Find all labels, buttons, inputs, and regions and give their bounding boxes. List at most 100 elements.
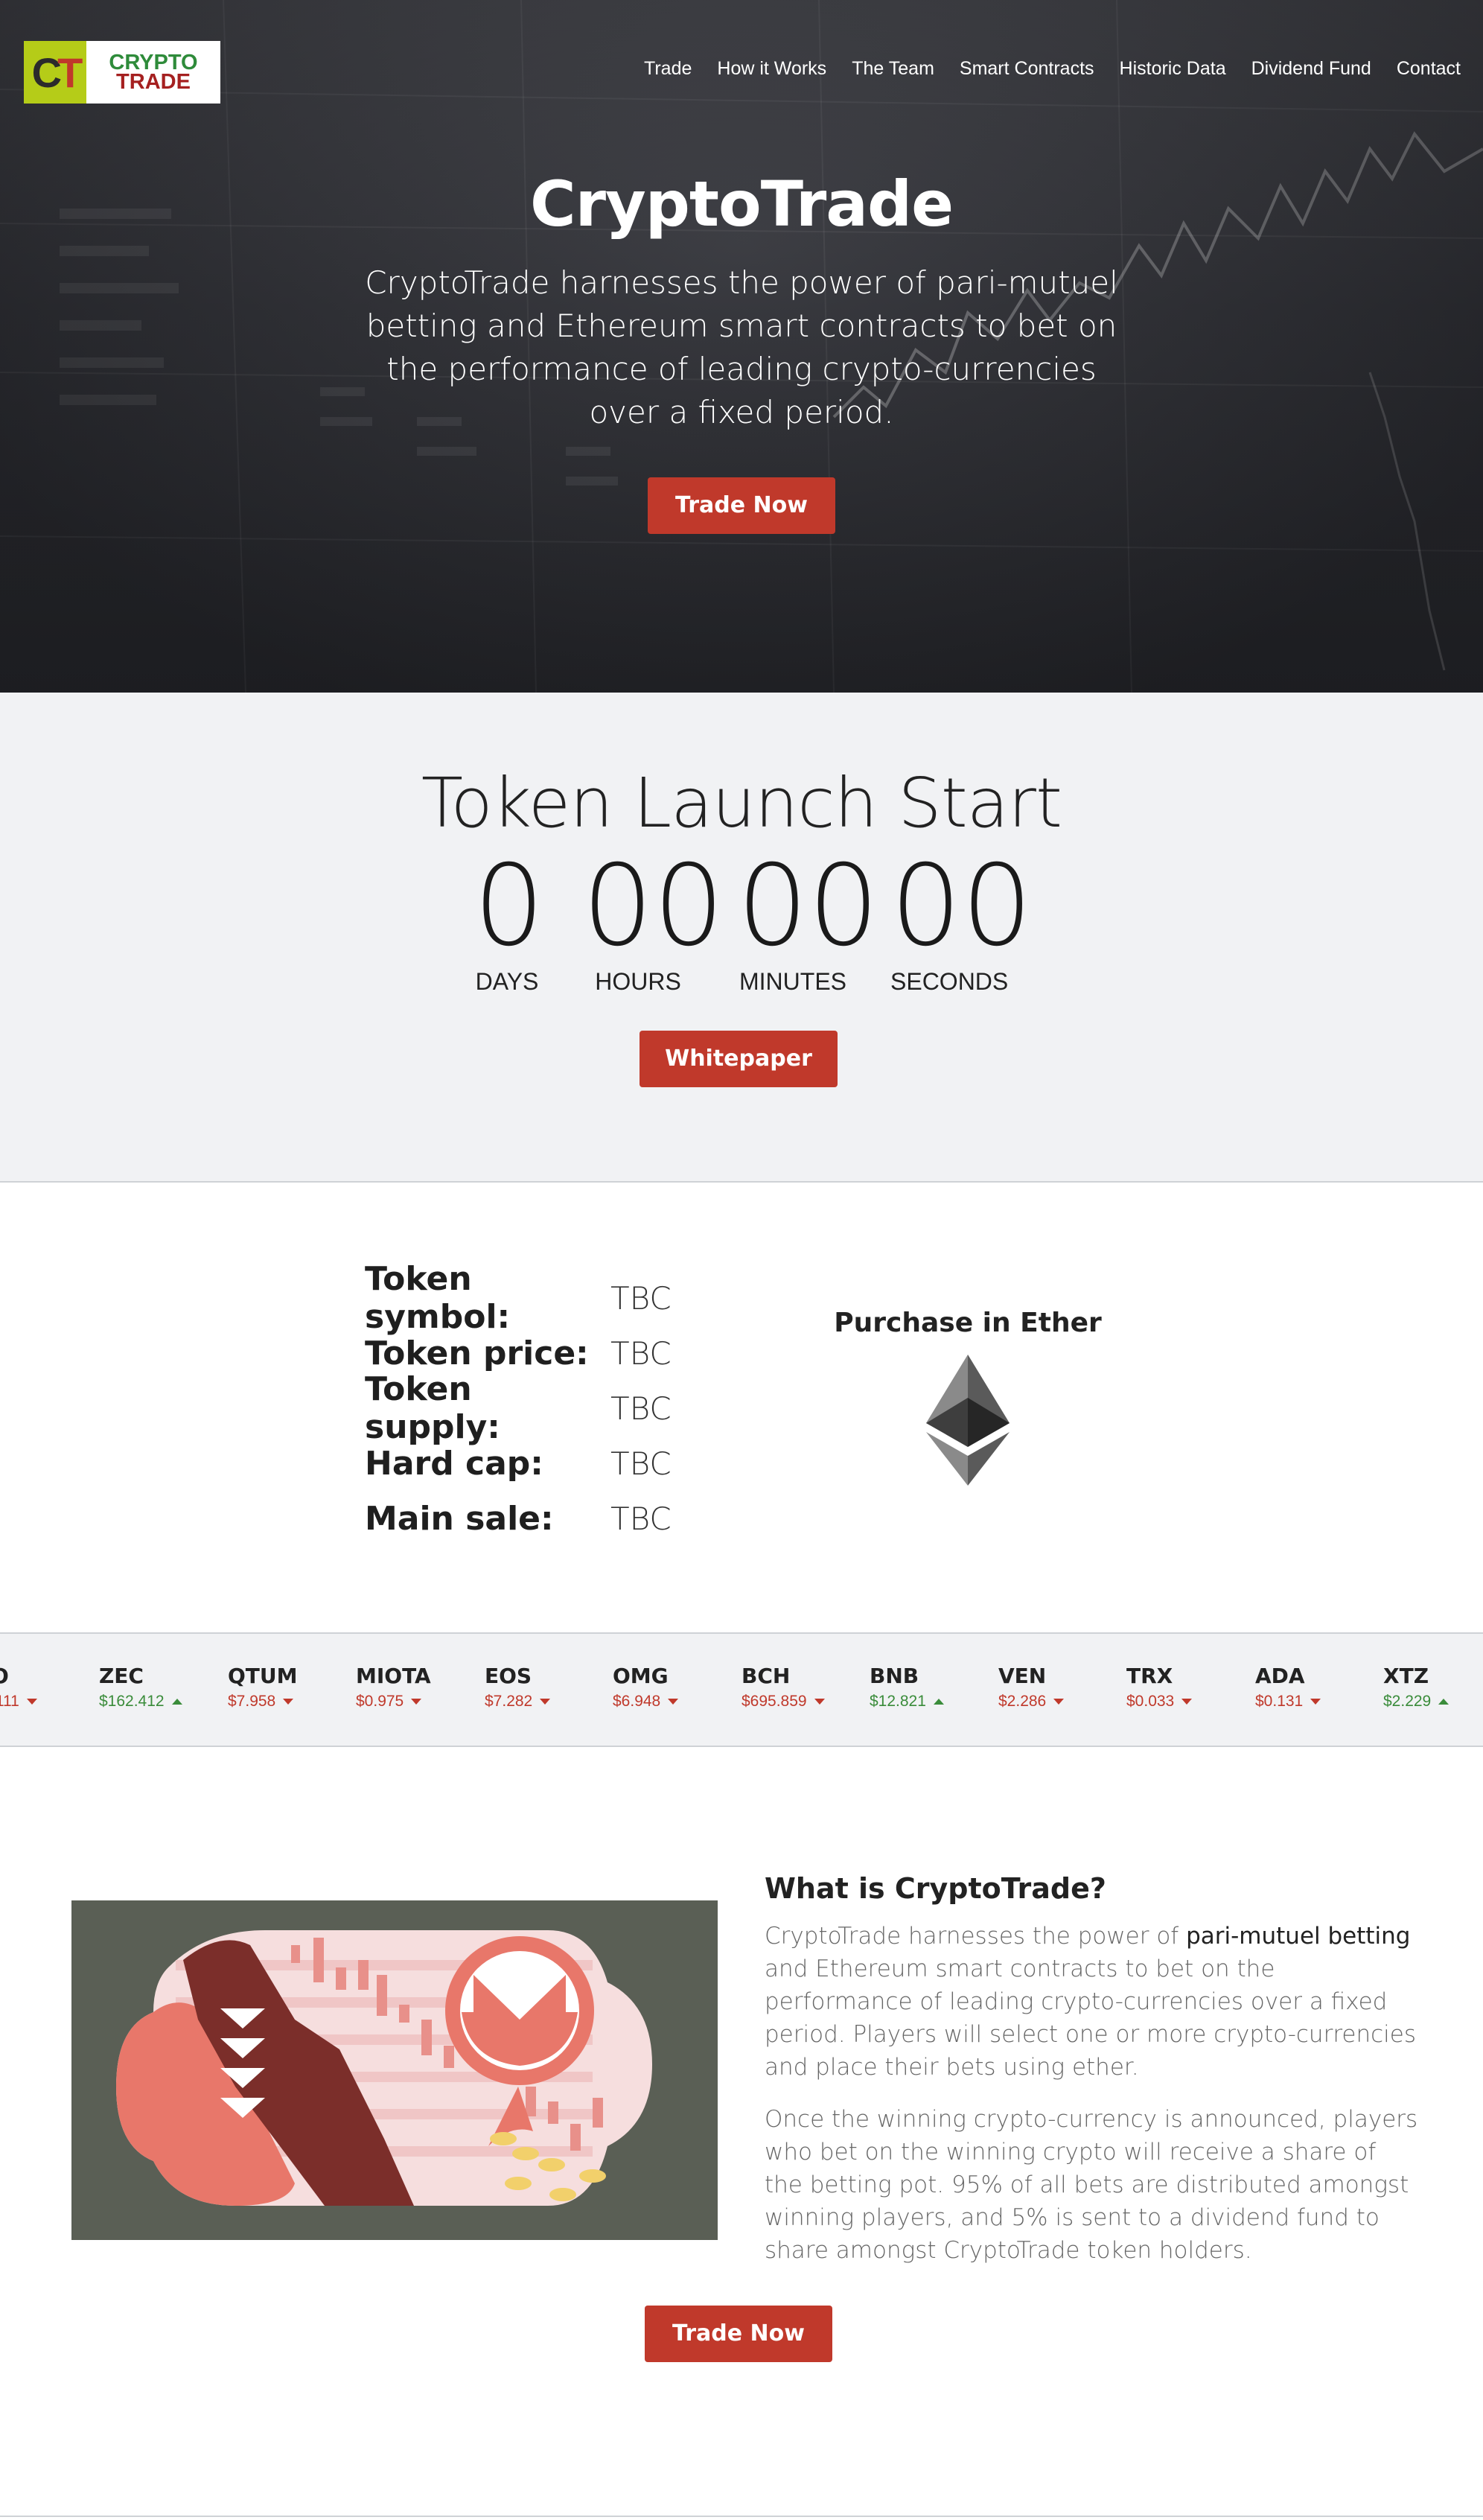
hard-cap-label: Hard cap: (365, 1444, 543, 1483)
ticker-item[interactable]: OMG $6.948 (613, 1664, 732, 1711)
ticker-item[interactable]: MIOTA $0.975 (356, 1664, 475, 1711)
caret-down-icon (814, 1699, 825, 1705)
cryptotrade-illustration (71, 1900, 718, 2240)
purchase-in-ether: Purchase in Ether (834, 1308, 1102, 1489)
ticker-price: $0.131 (1255, 1693, 1374, 1711)
ticker-price: $6.948 (613, 1693, 732, 1711)
about-paragraph-1: CryptoTrade harnesses the power of pari-… (765, 1920, 1420, 2084)
nav-trade[interactable]: Trade (644, 58, 692, 80)
logo-line-trade: TRADE (116, 70, 191, 94)
purchase-title: Purchase in Ether (834, 1308, 1102, 1338)
token-row-supply: Token supply: TBC (365, 1370, 672, 1446)
ethereum-icon[interactable] (926, 1355, 1010, 1486)
about-trade-now-button[interactable]: Trade Now (645, 2306, 832, 2362)
ticker-price: $0.033 (1126, 1693, 1246, 1711)
about-paragraph-2: Once the winning crypto-currency is anno… (765, 2106, 1418, 2264)
ticker-price: $7.958 (228, 1693, 347, 1711)
caret-down-icon (1181, 1699, 1193, 1705)
token-details: Token symbol: TBC Token price: TBC Token… (365, 1260, 672, 1546)
ticker-item[interactable]: ADA $0.131 (1255, 1664, 1374, 1711)
about-section: What is CryptoTrade? CryptoTrade harness… (0, 1747, 1483, 2517)
caret-down-icon (283, 1699, 294, 1705)
nav-the-team[interactable]: The Team (852, 58, 934, 80)
hero-section: CT CRYPTO TRADE Trade How it Works The T… (0, 0, 1483, 693)
ticker-price: $162.412 (99, 1693, 218, 1711)
token-price-label: Token price: (365, 1334, 589, 1372)
caret-up-icon (933, 1699, 944, 1705)
ticker-item[interactable]: BCH $695.859 (742, 1664, 861, 1711)
about-p1-text: CryptoTrade harnesses the power of (765, 1923, 1187, 1950)
launch-title: Token Launch Start (421, 763, 1062, 843)
logo-text: CRYPTO TRADE (86, 52, 220, 94)
token-price-value: TBC (610, 1334, 672, 1372)
ticker-item[interactable]: QTUM $7.958 (228, 1664, 347, 1711)
ticker-price: $2.229 (1383, 1693, 1483, 1711)
ticker-item[interactable]: O .111 (0, 1664, 110, 1711)
ticker-price: $695.859 (742, 1693, 861, 1711)
token-launch-section: Token Launch Start (0, 693, 1483, 1183)
hard-cap-value: TBC (610, 1445, 672, 1482)
ticker-symbol: TRX (1126, 1664, 1173, 1688)
nav-contact[interactable]: Contact (1397, 58, 1461, 80)
hero-content: CryptoTrade CryptoTrade harnesses the po… (0, 168, 1483, 534)
ticker-symbol: BNB (870, 1664, 919, 1688)
main-nav: Trade How it Works The Team Smart Contra… (619, 58, 1461, 80)
hero-description: CryptoTrade harnesses the power of pari-… (365, 264, 1118, 430)
token-row-main-sale: Main sale: TBC (365, 1491, 672, 1546)
logo-mark: CT (24, 41, 86, 104)
hero-title: CryptoTrade (529, 168, 954, 241)
ticker-item[interactable]: EOS $7.282 (485, 1664, 604, 1711)
main-sale-label: Main sale: (365, 1499, 554, 1538)
ticker-symbol: MIOTA (356, 1664, 431, 1688)
caret-down-icon (411, 1699, 422, 1705)
token-symbol-label: Token symbol: (365, 1260, 511, 1336)
caret-up-icon (171, 1699, 182, 1705)
caret-down-icon (540, 1699, 551, 1705)
nav-how-it-works[interactable]: How it Works (717, 58, 826, 80)
ticker-symbol: O (0, 1664, 110, 1688)
ticker-price: .111 (0, 1693, 110, 1711)
ticker-symbol: OMG (613, 1664, 669, 1688)
ticker-item[interactable]: TRX $0.033 (1126, 1664, 1246, 1711)
caret-down-icon (1053, 1699, 1065, 1705)
token-row-hard-cap: Hard cap: TBC (365, 1436, 672, 1491)
ticker-price: $7.282 (485, 1693, 604, 1711)
ticker-item[interactable]: ZEC $162.412 (99, 1664, 218, 1711)
hero-trade-now-button[interactable]: Trade Now (648, 477, 835, 534)
caret-down-icon (1310, 1699, 1321, 1705)
about-p1-text-rest: and Ethereum smart contracts to bet on t… (765, 1956, 1416, 2081)
token-symbol-value: TBC (610, 1279, 672, 1317)
nav-dividend-fund[interactable]: Dividend Fund (1251, 58, 1371, 80)
ticker-item[interactable]: BNB $12.821 (870, 1664, 989, 1711)
ticker-symbol: EOS (485, 1664, 532, 1688)
nav-smart-contracts[interactable]: Smart Contracts (960, 58, 1094, 80)
ticker-symbol: VEN (998, 1664, 1047, 1688)
caret-down-icon (26, 1699, 37, 1705)
token-info-section: Token symbol: TBC Token price: TBC Token… (0, 1183, 1483, 1632)
monero-illustration (116, 1930, 652, 2206)
token-supply-label: Token supply: (365, 1370, 500, 1446)
about-heading: What is CryptoTrade? (765, 1872, 1106, 1905)
token-supply-value: TBC (610, 1390, 672, 1427)
main-sale-value: TBC (610, 1500, 672, 1537)
ticker-price: $12.821 (870, 1693, 989, 1711)
token-row-symbol: Token symbol: TBC (365, 1260, 672, 1336)
whitepaper-button[interactable]: Whitepaper (640, 1031, 838, 1087)
ticker-symbol: XTZ (1383, 1664, 1429, 1688)
ticker-symbol: ZEC (99, 1664, 144, 1688)
logo-mark-t: T (57, 48, 83, 96)
ticker-item[interactable]: XTZ $2.229 (1383, 1664, 1483, 1711)
ticker-symbol: ADA (1255, 1664, 1305, 1688)
pari-mutuel-betting-link[interactable]: pari-mutuel betting (1186, 1923, 1410, 1950)
ticker-item[interactable]: VEN $2.286 (998, 1664, 1117, 1711)
logo-mark-c: C (31, 48, 63, 96)
caret-up-icon (1438, 1699, 1449, 1705)
nav-historic-data[interactable]: Historic Data (1120, 58, 1226, 80)
ticker-symbol: QTUM (228, 1664, 298, 1688)
price-ticker: O .111 ZEC $162.412 QTUM $7.958 MIOTA $0… (0, 1632, 1483, 1747)
ticker-price: $2.286 (998, 1693, 1117, 1711)
logo[interactable]: CT CRYPTO TRADE (24, 41, 220, 104)
caret-down-icon (668, 1699, 679, 1705)
about-text: What is CryptoTrade? CryptoTrade harness… (765, 1872, 1420, 2267)
ticker-symbol: BCH (742, 1664, 791, 1688)
